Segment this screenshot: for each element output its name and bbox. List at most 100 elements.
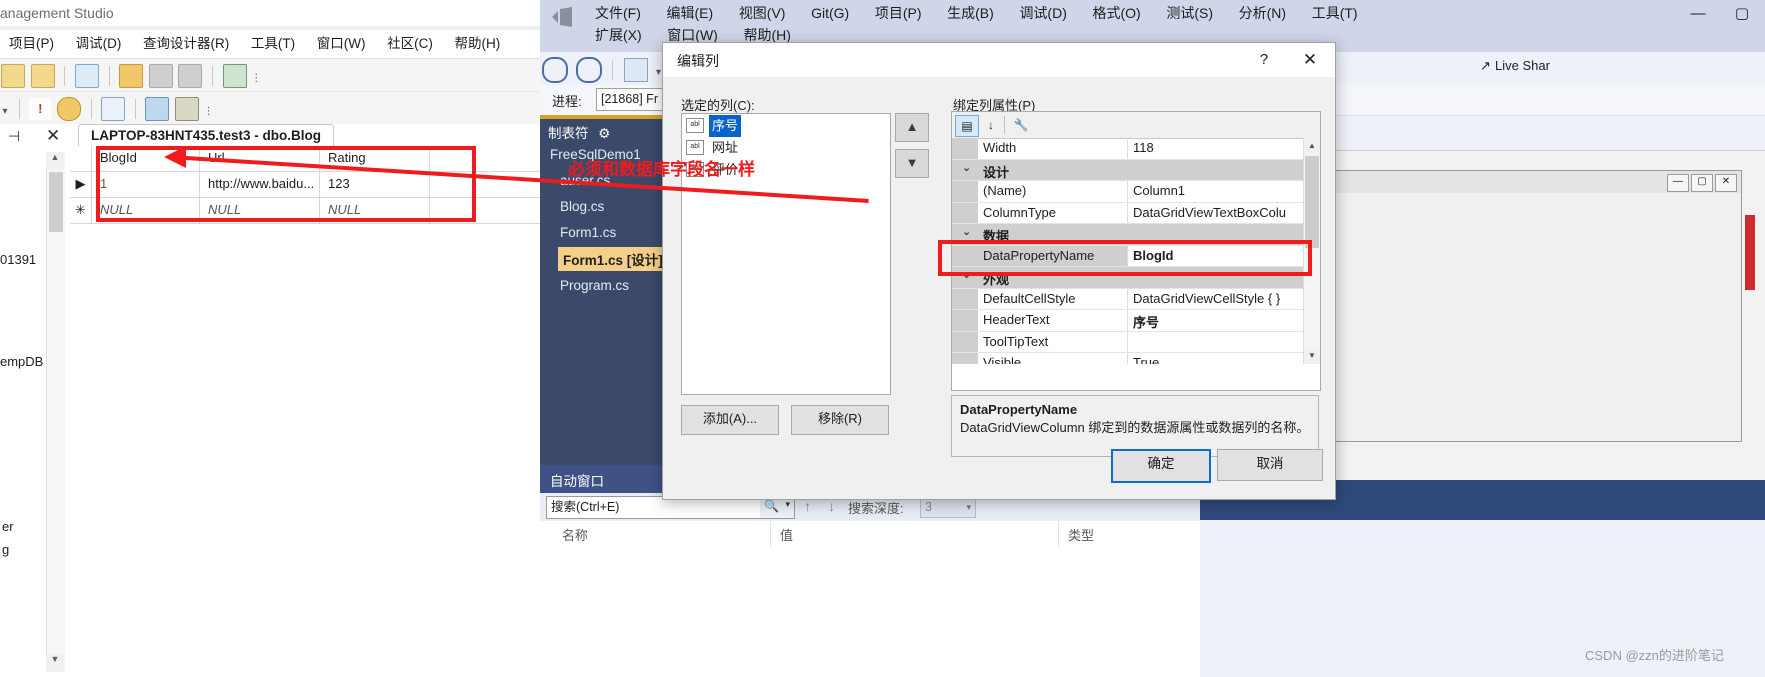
categorized-icon[interactable]: ▤ [955,115,979,137]
vs-menu-build[interactable]: 生成(B) [936,2,1005,25]
remove-column-button[interactable]: 移除(R) [791,405,889,435]
vs-menu-project[interactable]: 项目(P) [864,2,933,25]
scrollbar-thumb[interactable] [49,172,63,232]
print-icon[interactable] [178,64,203,88]
vs-menu-extensions[interactable]: 扩展(X) [584,24,653,47]
autos-rows-body[interactable] [540,547,1200,677]
help-icon[interactable]: ? [1251,49,1277,71]
row-marker-new[interactable]: ✳ [70,198,92,223]
scroll-down-arrow[interactable]: ▼ [1304,348,1320,364]
ssms-menu-item[interactable]: 社区(C) [378,30,442,58]
window-minimize-button[interactable]: — [1680,2,1716,26]
sln-item-blog[interactable]: Blog.cs [560,199,604,214]
ssms-menu-item[interactable]: 查询设计器(R) [134,30,238,58]
list-item[interactable]: abl 序号 [682,114,890,137]
column-divider[interactable] [1058,521,1059,547]
xml-query-icon[interactable] [30,64,55,88]
results-grid-icon[interactable] [145,97,170,121]
results-window-icon[interactable] [175,97,199,121]
sln-item-form1-cs[interactable]: Form1.cs [560,225,616,240]
sort-az-icon[interactable]: ↓ [980,115,1002,135]
arrow-down-icon[interactable]: ↓ [828,498,835,514]
arrow-up-icon[interactable]: ↑ [804,498,811,514]
column-divider[interactable] [770,521,771,547]
vs-menu-tools[interactable]: 工具(T) [1301,2,1369,25]
navigate-forward-icon[interactable] [575,57,602,83]
vs-menu-edit[interactable]: 编辑(E) [656,2,725,25]
property-row-width[interactable]: Width 118 [952,138,1304,160]
save-icon[interactable] [148,64,173,88]
chevron-down-icon[interactable]: ▾ [785,499,790,510]
ssms-menu-item[interactable]: 窗口(W) [308,30,375,58]
stop-icon[interactable]: ! [29,98,52,120]
property-value[interactable]: 118 [1128,138,1304,159]
vs-menu-debug[interactable]: 调试(D) [1008,2,1077,25]
autos-title[interactable]: 自动窗口 [540,465,665,493]
autos-column-type[interactable]: 类型 [1068,525,1094,544]
new-file-icon[interactable] [74,64,99,88]
property-row-name[interactable]: (Name) Column1 [952,181,1304,203]
toolbar-overflow-icon[interactable]: ⋮ [251,64,261,88]
form-close-icon[interactable]: ✕ [1715,174,1737,192]
vs-menu-view[interactable]: 视图(V) [728,2,797,25]
property-value[interactable]: True [1128,353,1304,364]
scrollbar-thumb[interactable] [1305,156,1319,248]
form-maximize-icon[interactable]: ▢ [1691,174,1713,192]
gear-icon[interactable]: ⚙ [598,126,610,141]
property-value[interactable]: Column1 [1128,181,1304,202]
close-icon[interactable]: ✕ [46,126,60,146]
sln-item-program[interactable]: Program.cs [560,278,629,293]
property-value[interactable] [1128,332,1304,353]
new-item-icon[interactable] [623,58,648,82]
open-folder-icon[interactable] [119,64,144,88]
new-query-icon[interactable] [1,64,25,88]
ssms-menu-item[interactable]: 工具(T) [242,30,304,58]
scroll-up-arrow[interactable]: ▲ [1304,138,1320,154]
scroll-down-arrow[interactable]: ▼ [46,654,64,672]
property-row-headertext[interactable]: HeaderText 序号 [952,310,1304,332]
close-icon[interactable]: ✕ [1293,49,1327,71]
row-marker[interactable]: ▶ [70,172,92,197]
vs-menu-git[interactable]: Git(G) [800,2,860,25]
move-up-button[interactable]: ▲ [895,113,929,142]
vs-menu-format[interactable]: 格式(O) [1082,2,1152,25]
property-category-design[interactable]: ⌄ 设计 [952,159,1304,181]
sql-icon[interactable] [56,97,81,121]
chevron-down-icon[interactable]: ⌄ [962,162,971,174]
left-panel-scrollbar[interactable] [46,152,65,672]
cancel-button[interactable]: 取消 [1217,449,1323,481]
move-down-button[interactable]: ▼ [895,149,929,178]
toolbar-overflow-icon[interactable]: ⋮ [204,97,214,121]
window-maximize-button[interactable]: ▢ [1724,2,1760,26]
execution-plan-icon[interactable] [222,64,247,88]
scroll-up-arrow[interactable]: ▲ [46,152,64,170]
list-icon[interactable] [101,97,126,121]
vs-menu-test[interactable]: 测试(S) [1155,2,1224,25]
pin-icon[interactable]: ⊣ [8,128,20,145]
ssms-menu-item[interactable]: 调试(D) [67,30,131,58]
add-column-button[interactable]: 添加(A)... [681,405,779,435]
property-value[interactable]: DataGridViewCellStyle { } [1128,289,1304,310]
vs-menu-analyze[interactable]: 分析(N) [1228,2,1297,25]
chevron-down-icon[interactable]: ▾ [966,497,971,517]
autos-column-value[interactable]: 值 [780,525,793,544]
vs-menu-file[interactable]: 文件(F) [584,2,652,25]
wrench-icon[interactable]: 🔧 [1010,115,1032,135]
navigate-back-icon[interactable] [542,57,568,83]
ssms-menu-item[interactable]: 项目(P) [0,30,63,58]
ok-button[interactable]: 确定 [1111,449,1211,483]
property-value[interactable]: 序号 [1128,310,1304,331]
form-minimize-icon[interactable]: — [1667,174,1689,192]
ssms-document-tab[interactable]: LAPTOP-83HNT435.test3 - dbo.Blog [78,124,335,147]
property-row-visible[interactable]: Visible True [952,353,1304,364]
property-row-columntype[interactable]: ColumnType DataGridViewTextBoxColu [952,202,1304,224]
ssms-menu-item[interactable]: 帮助(H) [445,30,509,58]
autos-column-name[interactable]: 名称 [562,525,588,544]
sln-item-form1-design[interactable]: Form1.cs [设计] [558,247,668,271]
chevron-down-icon[interactable]: ⌄ [962,226,971,238]
property-row-tooltiptext[interactable]: ToolTipText [952,331,1304,353]
property-value[interactable]: DataGridViewTextBoxColu [1128,203,1304,224]
dropdown-caret-icon[interactable]: ▾ [0,97,10,121]
property-row-defaultcellstyle[interactable]: DefaultCellStyle DataGridViewCellStyle {… [952,288,1304,310]
live-share-label[interactable]: ↗ Live Shar [1480,58,1550,74]
